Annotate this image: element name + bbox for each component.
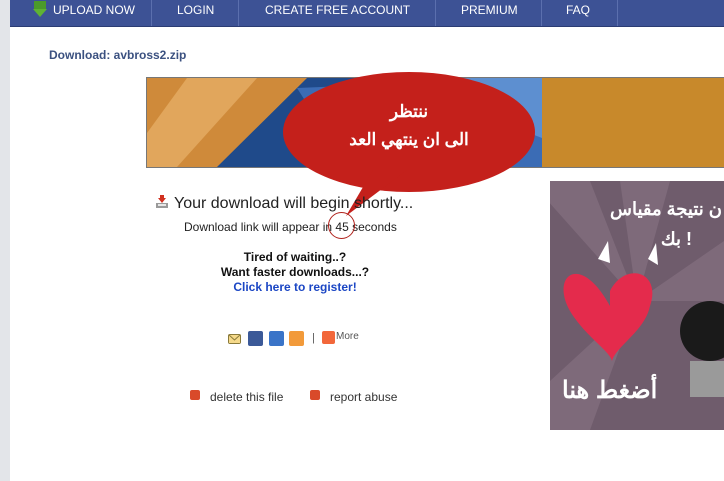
countdown-line: Download link will appear in 45 seconds bbox=[184, 212, 397, 239]
delete-icon[interactable] bbox=[190, 390, 200, 400]
countdown-suffix: seconds bbox=[352, 220, 397, 234]
tired-text: Tired of waiting..? bbox=[243, 250, 347, 264]
nav-divider bbox=[617, 0, 618, 26]
bubble-line-2: الى ان ينتهي العد bbox=[349, 130, 469, 149]
facebook-icon[interactable] bbox=[248, 331, 263, 346]
more-plus-icon[interactable] bbox=[322, 331, 335, 344]
share-more-link[interactable]: More bbox=[336, 331, 359, 342]
nav-faq[interactable]: FAQ bbox=[566, 0, 590, 26]
register-promo: Tired of waiting..? Want faster download… bbox=[170, 250, 420, 295]
download-tray-icon bbox=[156, 195, 168, 208]
nav-divider bbox=[435, 0, 436, 26]
register-link[interactable]: Click here to register! bbox=[233, 280, 356, 294]
report-icon[interactable] bbox=[310, 390, 320, 400]
nav-divider bbox=[238, 0, 239, 26]
download-begin-heading: Your download will begin shortly... bbox=[155, 195, 413, 213]
share-separator: | bbox=[312, 332, 315, 344]
nav-divider bbox=[541, 0, 542, 26]
bubble-line-1: ننتظر bbox=[389, 102, 429, 121]
countdown-wrap: 45 bbox=[328, 212, 356, 239]
countdown-prefix: Download link will appear in bbox=[184, 220, 333, 234]
report-abuse-link[interactable]: report abuse bbox=[330, 390, 397, 404]
email-icon[interactable] bbox=[228, 334, 241, 344]
ad-cta[interactable]: أضغط هنا bbox=[562, 376, 657, 405]
download-begin-text: Your download will begin shortly... bbox=[174, 195, 414, 212]
delicious-icon[interactable] bbox=[269, 331, 284, 346]
nav-login[interactable]: LOGIN bbox=[177, 0, 214, 26]
nav-premium[interactable]: PREMIUM bbox=[461, 0, 518, 26]
upload-arrow-icon bbox=[33, 1, 47, 17]
delete-file-link[interactable]: delete this file bbox=[210, 390, 283, 404]
side-ad[interactable]: ن نتيجة مقياس بك ! أضغط هنا bbox=[550, 181, 724, 430]
ad-headline-1: ن نتيجة مقياس bbox=[610, 199, 722, 219]
download-filename-title: Download: avbross2.zip bbox=[49, 48, 187, 62]
left-gutter bbox=[0, 0, 10, 481]
faster-text: Want faster downloads...? bbox=[220, 265, 370, 279]
nav-upload-now[interactable]: UPLOAD NOW bbox=[53, 0, 135, 26]
nav-create-account[interactable]: CREATE FREE ACCOUNT bbox=[265, 0, 410, 26]
ad-headline-2: بك ! bbox=[660, 229, 692, 249]
nav-divider bbox=[151, 0, 152, 26]
bubble-annotation-text: ننتظر الى ان ينتهي العد bbox=[281, 98, 537, 154]
blogger-icon[interactable] bbox=[289, 331, 304, 346]
